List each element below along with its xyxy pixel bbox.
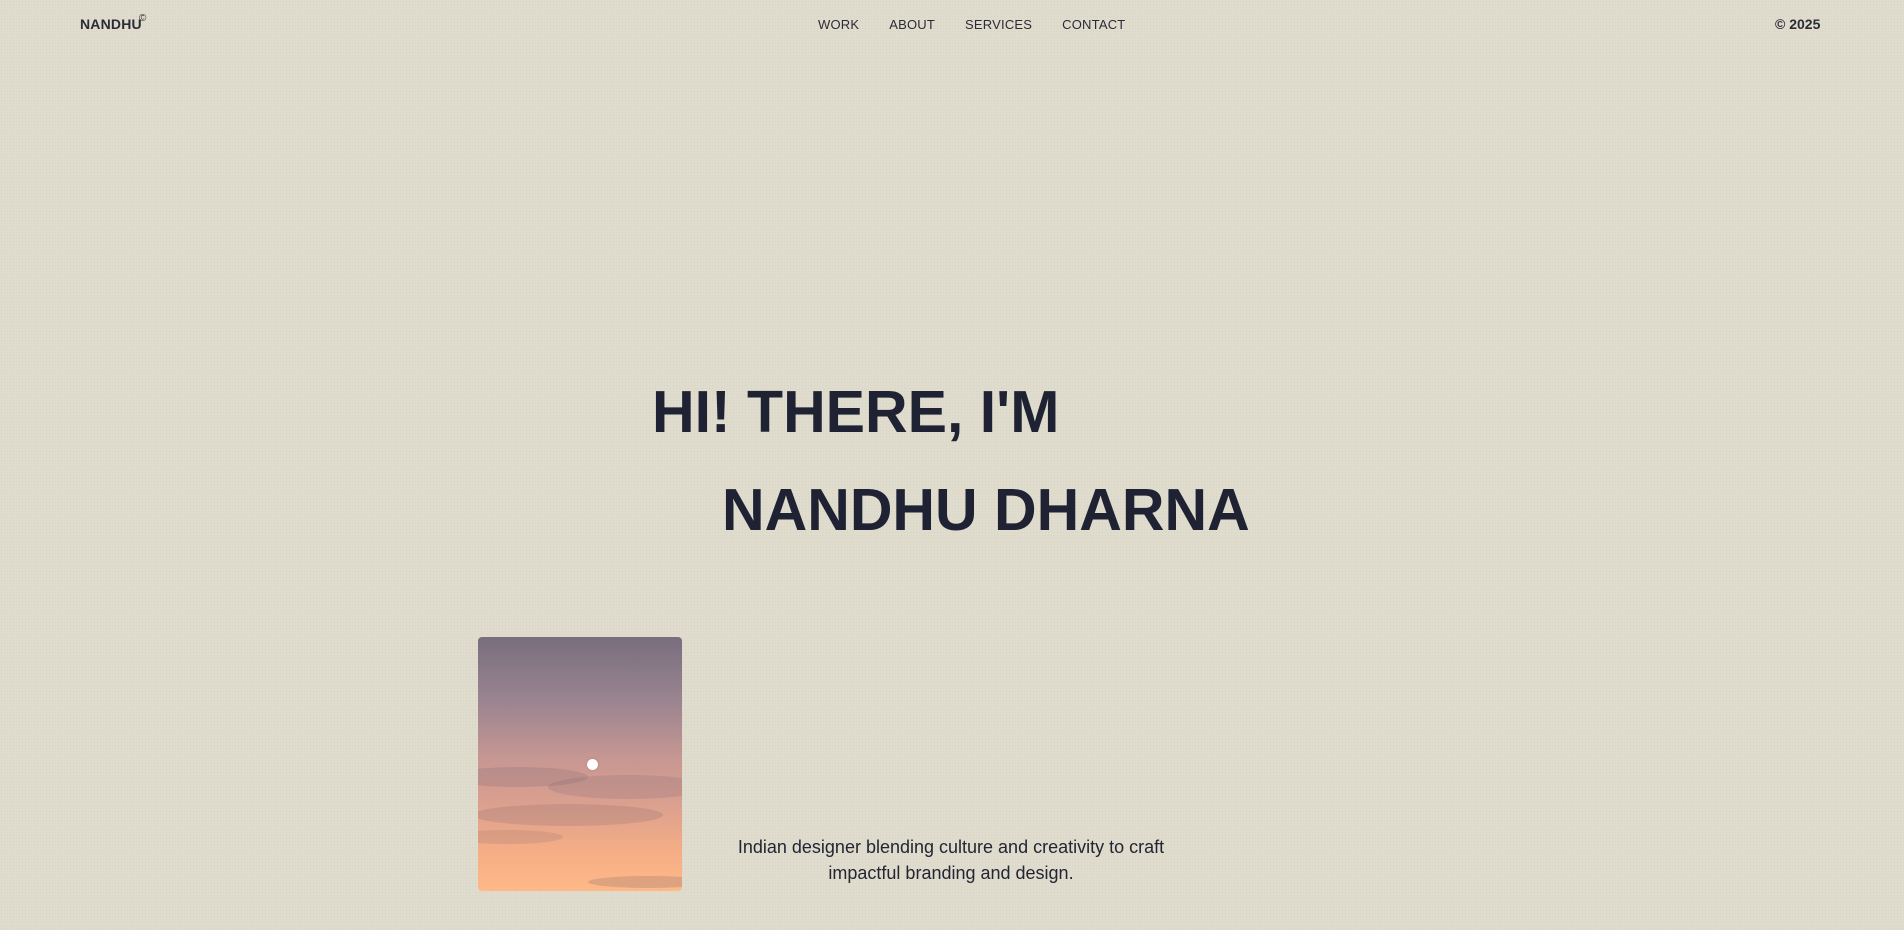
intro-tagline: Indian designer blending culture and cre…: [737, 837, 1165, 883]
hero-heading-greeting: HI! THERE, I'M: [652, 379, 1060, 445]
copyright-icon: ©: [139, 13, 147, 24]
nav-link-work[interactable]: WORK: [818, 17, 859, 32]
nav-link-services[interactable]: SERVICES: [965, 17, 1032, 32]
hero-heading-name: NANDHU DHARNA: [722, 477, 1250, 543]
nav-link-about[interactable]: ABOUT: [889, 17, 935, 32]
cursor-dot: [587, 759, 598, 770]
logo-link[interactable]: NANDHU: [80, 16, 142, 32]
main-nav: WORK ABOUT SERVICES CONTACT: [818, 17, 1125, 32]
copyright-year: © 2025: [1775, 16, 1821, 32]
sunset-sky-image: [478, 637, 682, 891]
nav-link-contact[interactable]: CONTACT: [1062, 17, 1125, 32]
